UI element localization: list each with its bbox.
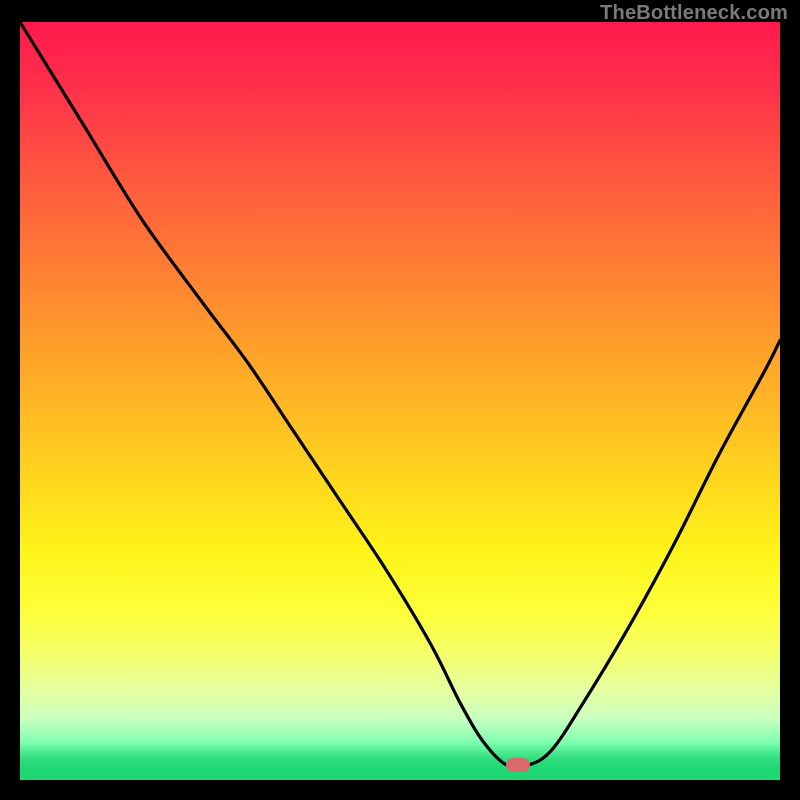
plot-area <box>20 22 780 780</box>
optimal-point-marker <box>506 758 530 772</box>
chart-frame <box>10 22 790 790</box>
bottleneck-curve <box>20 22 780 780</box>
curve-path <box>20 22 780 767</box>
